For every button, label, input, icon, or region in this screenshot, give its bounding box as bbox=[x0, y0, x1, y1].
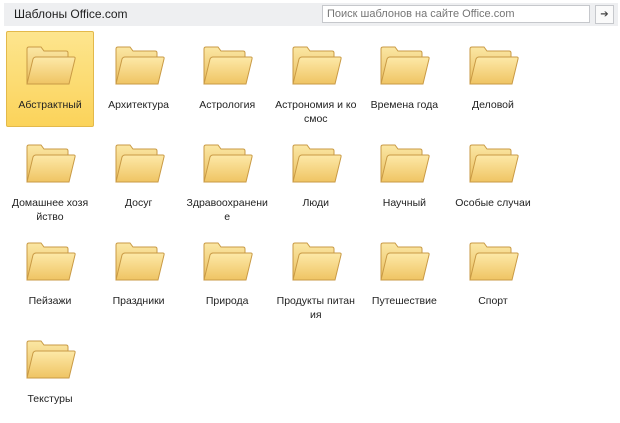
folder-item[interactable]: Досуг bbox=[95, 129, 183, 225]
folder-label: Абстрактный bbox=[18, 99, 82, 111]
folder-label: Деловой bbox=[472, 99, 514, 111]
folder-label: Астрономия и космос bbox=[275, 99, 357, 125]
folder-item[interactable]: Особые случаи bbox=[449, 129, 537, 225]
folder-label: Научный bbox=[382, 197, 426, 209]
folder-item[interactable]: Астрология bbox=[183, 31, 271, 127]
folder-item[interactable]: Абстрактный bbox=[6, 31, 94, 127]
page-title: Шаблоны Office.com bbox=[14, 7, 128, 21]
folder-item[interactable]: Времена года bbox=[360, 31, 448, 127]
search-input[interactable] bbox=[322, 5, 590, 23]
folder-item[interactable]: Путешествие bbox=[360, 227, 448, 323]
folder-grid: Абстрактный Архитектура Астрология Астроном… bbox=[6, 31, 538, 423]
folder-item[interactable]: Люди bbox=[272, 129, 360, 225]
folder-label: Досуг bbox=[124, 197, 153, 209]
folder-label: Домашнее хозяйство bbox=[11, 197, 89, 223]
folder-item[interactable]: Астрономия и космос bbox=[272, 31, 360, 127]
folder-item[interactable]: Здравоохранение bbox=[183, 129, 271, 225]
header-bar: Шаблоны Office.com ➔ bbox=[4, 3, 618, 26]
folder-item[interactable]: Архитектура bbox=[95, 31, 183, 127]
folder-item[interactable]: Продукты питания bbox=[272, 227, 360, 323]
folder-label: Особые случаи bbox=[455, 197, 531, 209]
folder-label: Спорт bbox=[478, 295, 508, 307]
folder-item[interactable]: Деловой bbox=[449, 31, 537, 127]
folder-item[interactable]: Пейзажи bbox=[6, 227, 94, 323]
search-go-button[interactable]: ➔ bbox=[595, 5, 614, 24]
folder-item[interactable]: Спорт bbox=[449, 227, 537, 323]
folder-item[interactable]: Праздники bbox=[95, 227, 183, 323]
folder-label: Продукты питания bbox=[276, 295, 355, 321]
folder-label: Пейзажи bbox=[28, 295, 72, 307]
folder-label: Астрология bbox=[199, 99, 256, 111]
folder-label: Времена года bbox=[370, 99, 439, 111]
folder-label: Люди bbox=[302, 197, 330, 209]
folder-label: Здравоохранение bbox=[186, 197, 268, 223]
folder-label: Природа bbox=[205, 295, 249, 307]
folder-item[interactable]: Домашнее хозяйство bbox=[6, 129, 94, 225]
arrow-right-icon: ➔ bbox=[600, 9, 609, 20]
folder-item[interactable]: Природа bbox=[183, 227, 271, 323]
folder-item[interactable]: Научный bbox=[360, 129, 448, 225]
folder-label: Праздники bbox=[112, 295, 165, 307]
folder-label: Архитектура bbox=[108, 99, 169, 111]
folder-item[interactable]: Текстуры bbox=[6, 325, 94, 421]
folder-label: Путешествие bbox=[371, 295, 437, 307]
folder-label: Текстуры bbox=[27, 393, 73, 405]
